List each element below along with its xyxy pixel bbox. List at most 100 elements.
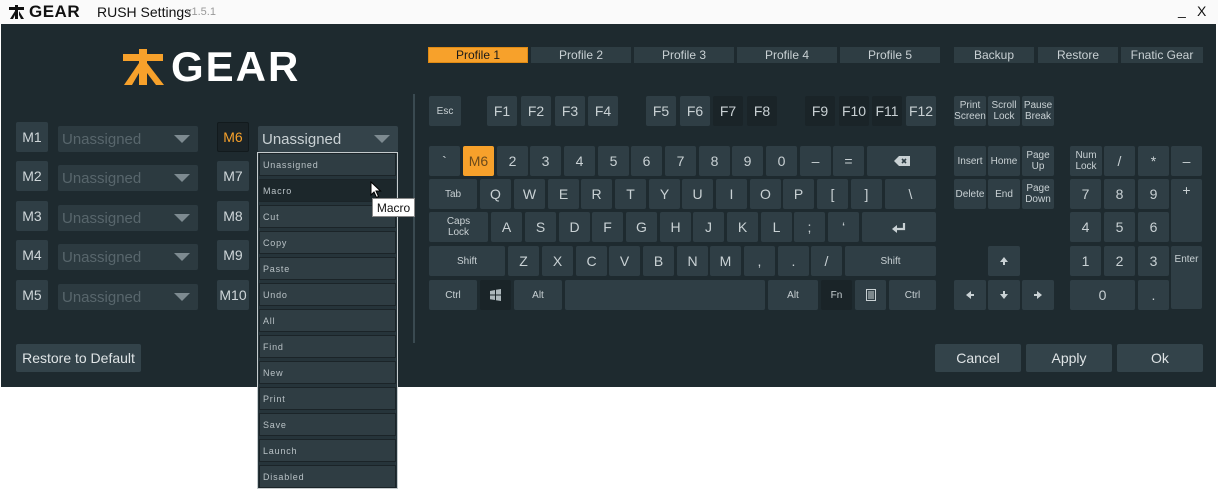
- key-q[interactable]: Q: [480, 179, 511, 209]
- key-right-shift[interactable]: Shift: [845, 246, 936, 276]
- key-equals[interactable]: =: [833, 146, 864, 176]
- key-left-ctrl[interactable]: Ctrl: [429, 280, 477, 310]
- key-x[interactable]: X: [542, 246, 573, 276]
- key-f4[interactable]: F4: [588, 96, 618, 126]
- key-5[interactable]: 5: [598, 146, 629, 176]
- restore-default-button[interactable]: Restore to Default: [16, 344, 141, 372]
- key-numpad-3[interactable]: 3: [1138, 246, 1169, 276]
- macro-select-m3[interactable]: Unassigned: [58, 205, 198, 231]
- tab-profile-2[interactable]: Profile 2: [531, 47, 631, 63]
- key-a[interactable]: A: [491, 212, 522, 242]
- key-esc[interactable]: Esc: [429, 96, 461, 126]
- key-f11[interactable]: F11: [872, 96, 902, 126]
- key-y[interactable]: Y: [649, 179, 680, 209]
- key-g[interactable]: G: [626, 212, 657, 242]
- key-insert[interactable]: Insert: [954, 146, 986, 176]
- macro-key-m9[interactable]: M9: [217, 240, 249, 270]
- key-f2[interactable]: F2: [521, 96, 551, 126]
- key-f3[interactable]: F3: [555, 96, 585, 126]
- dropdown-option-print[interactable]: Print: [259, 387, 396, 410]
- key-f6[interactable]: F6: [680, 96, 710, 126]
- macro-key-m6[interactable]: M6: [217, 122, 249, 152]
- key-home[interactable]: Home: [988, 146, 1020, 176]
- key-semicolon[interactable]: ;: [794, 212, 825, 242]
- key-arrow-up[interactable]: [988, 246, 1020, 276]
- key-z[interactable]: Z: [508, 246, 539, 276]
- key-page-down[interactable]: Page Down: [1022, 179, 1054, 209]
- macro-select-m1[interactable]: Unassigned: [58, 126, 198, 152]
- dropdown-option-all[interactable]: All: [259, 309, 396, 332]
- macro-key-m2[interactable]: M2: [16, 161, 48, 191]
- fnatic-gear-button[interactable]: Fnatic Gear: [1121, 47, 1203, 63]
- key-j[interactable]: J: [693, 212, 724, 242]
- key-numpad-7[interactable]: 7: [1070, 179, 1101, 209]
- key-2[interactable]: 2: [497, 146, 528, 176]
- key-numpad-enter[interactable]: Enter: [1171, 246, 1202, 309]
- key-f9[interactable]: F9: [805, 96, 835, 126]
- key-e[interactable]: E: [548, 179, 579, 209]
- key-f1[interactable]: F1: [487, 96, 517, 126]
- key-numpad-1[interactable]: 1: [1070, 246, 1101, 276]
- macro-select-m6[interactable]: Unassigned: [258, 126, 398, 152]
- key-o[interactable]: O: [750, 179, 781, 209]
- key-f8[interactable]: F8: [747, 96, 777, 126]
- key-f5[interactable]: F5: [646, 96, 676, 126]
- restore-button[interactable]: Restore: [1038, 47, 1118, 63]
- key-numpad-0[interactable]: 0: [1070, 280, 1135, 310]
- dropdown-option-save[interactable]: Save: [259, 413, 396, 436]
- key-menu[interactable]: [855, 280, 886, 310]
- key-numpad-5[interactable]: 5: [1104, 212, 1135, 242]
- key-u[interactable]: U: [682, 179, 713, 209]
- close-button[interactable]: X: [1197, 3, 1206, 19]
- key-backslash[interactable]: \: [885, 179, 936, 209]
- ok-button[interactable]: Ok: [1117, 344, 1203, 372]
- key-7[interactable]: 7: [665, 146, 696, 176]
- key-space[interactable]: [565, 280, 765, 310]
- key-b[interactable]: B: [643, 246, 674, 276]
- key-caps-lock[interactable]: Caps Lock: [429, 212, 488, 242]
- tab-profile-3[interactable]: Profile 3: [634, 47, 734, 63]
- macro-key-m7[interactable]: M7: [217, 161, 249, 191]
- backup-button[interactable]: Backup: [954, 47, 1034, 63]
- key-f10[interactable]: F10: [839, 96, 869, 126]
- dropdown-option-copy[interactable]: Copy: [259, 231, 396, 254]
- key-n[interactable]: N: [677, 246, 708, 276]
- tab-profile-4[interactable]: Profile 4: [737, 47, 837, 63]
- key-l[interactable]: L: [761, 212, 792, 242]
- key-8[interactable]: 8: [699, 146, 730, 176]
- key-9[interactable]: 9: [732, 146, 763, 176]
- key-numpad-subtract[interactable]: –: [1171, 146, 1202, 176]
- key-comma[interactable]: ,: [744, 246, 775, 276]
- key-f7[interactable]: F7: [713, 96, 743, 126]
- key-pause-break[interactable]: Pause Break: [1022, 96, 1054, 126]
- macro-key-m5[interactable]: M5: [16, 280, 48, 310]
- key-left-alt[interactable]: Alt: [514, 280, 562, 310]
- key-p[interactable]: P: [783, 179, 814, 209]
- macro-key-m10[interactable]: M10: [217, 280, 249, 310]
- key-numpad-4[interactable]: 4: [1070, 212, 1101, 242]
- dropdown-option-find[interactable]: Find: [259, 335, 396, 358]
- key-f12[interactable]: F12: [906, 96, 936, 126]
- macro-select-m5[interactable]: Unassigned: [58, 284, 198, 310]
- key-numpad-divide[interactable]: /: [1104, 146, 1135, 176]
- key-f[interactable]: F: [592, 212, 623, 242]
- key-s[interactable]: S: [525, 212, 556, 242]
- key-numpad-add[interactable]: +: [1171, 179, 1202, 242]
- key-tab[interactable]: Tab: [429, 179, 477, 209]
- key-left-shift[interactable]: Shift: [429, 246, 505, 276]
- key-0[interactable]: 0: [766, 146, 797, 176]
- key-i[interactable]: I: [716, 179, 747, 209]
- dropdown-option-unassigned[interactable]: Unassigned: [259, 153, 396, 176]
- key-numpad-2[interactable]: 2: [1104, 246, 1135, 276]
- key-numpad-9[interactable]: 9: [1138, 179, 1169, 209]
- key-d[interactable]: D: [559, 212, 590, 242]
- minimize-button[interactable]: _: [1178, 2, 1186, 18]
- key-enter[interactable]: [862, 212, 936, 242]
- key-windows[interactable]: [480, 280, 511, 310]
- dropdown-option-disabled[interactable]: Disabled: [259, 465, 396, 488]
- key-end[interactable]: End: [988, 179, 1020, 209]
- key-r[interactable]: R: [581, 179, 612, 209]
- tab-profile-5[interactable]: Profile 5: [840, 47, 940, 63]
- key-c[interactable]: C: [576, 246, 607, 276]
- macro-key-m1[interactable]: M1: [16, 122, 48, 152]
